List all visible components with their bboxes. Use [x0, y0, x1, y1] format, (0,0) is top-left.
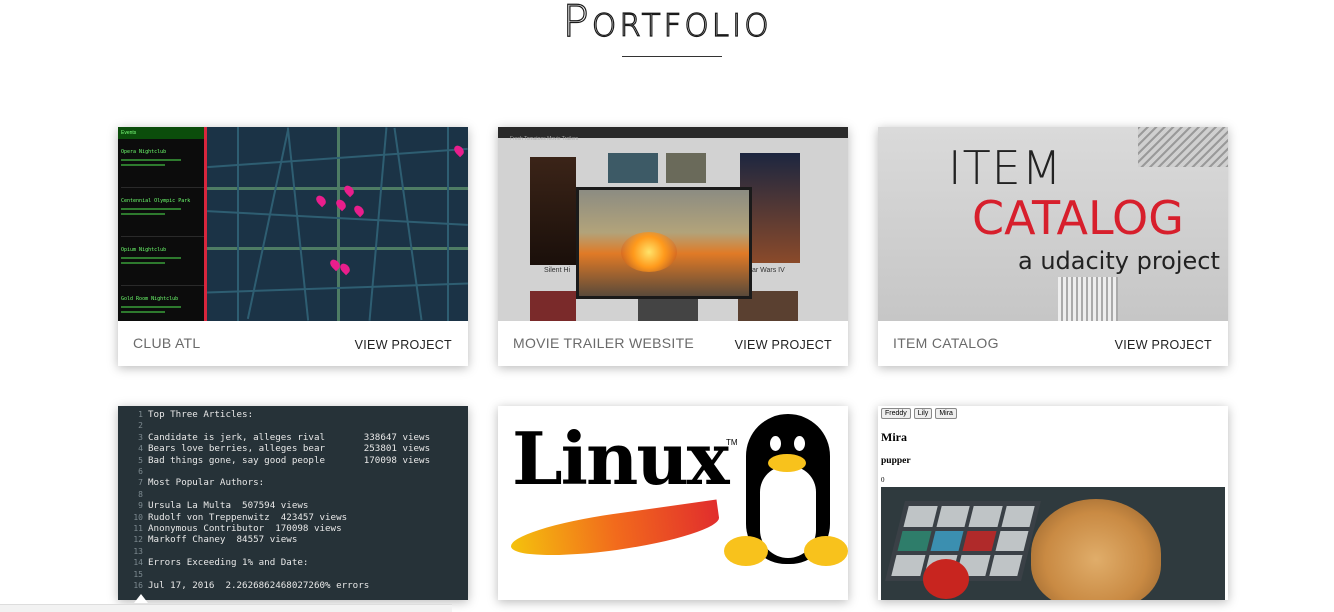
line-number: 5 — [138, 455, 143, 465]
terminal-line: Bad things gone, say good people 170098 … — [148, 454, 431, 466]
terminal-line: Markoff Chaney 84557 views — [148, 534, 298, 546]
log-analysis-thumbnail[interactable]: 1 2 3 4 5 6 7 8 9 10 11 12 13 14 15 16 Top Three Article… — [118, 406, 468, 600]
trailer-video[interactable] — [579, 190, 749, 296]
movie-site-header: Fresh Tomatoes Movie Trailers — [498, 127, 848, 142]
page-title: Portfolio — [562, 0, 772, 48]
linux-trademark: TM — [726, 438, 738, 447]
item-catalog-thumbnail[interactable]: ITEM CATALOG a udacity project — [878, 127, 1228, 321]
project-card-log-analysis: 1 2 3 4 5 6 7 8 9 10 11 12 13 14 15 16 Top Three Article… — [118, 406, 468, 600]
project-card-footer: CLUB ATL VIEW PROJECT — [118, 321, 468, 366]
terminal-line: Errors Exceeding 1% and Date: — [148, 557, 309, 569]
line-number-gutter: 1 2 3 4 5 6 7 8 9 10 11 12 13 14 15 16 — [118, 406, 144, 600]
club-atl-entry-name: Centennial Olympic Park — [121, 198, 191, 204]
movie-site-title: Fresh Tomatoes Movie Trailers — [510, 136, 579, 142]
line-number: 4 — [138, 444, 143, 454]
line-number: 8 — [138, 489, 143, 499]
map-pin-icon[interactable] — [352, 203, 366, 218]
club-atl-entry-name: Opium Nightclub — [121, 247, 167, 253]
pet-button-mira[interactable]: Mira — [935, 408, 957, 419]
club-atl-list-header: Events — [118, 127, 204, 139]
item-catalog-heading-2: CATALOG — [972, 191, 1184, 245]
linux-wordmark: Linux — [512, 416, 730, 501]
movie-caption: Silent Hi — [544, 267, 571, 274]
map-pin-icon[interactable] — [452, 143, 466, 158]
terminal-line: Ursula La Multa 507594 views — [148, 500, 309, 512]
line-number: 2 — [138, 421, 143, 431]
pet-button-lily[interactable]: Lily — [913, 408, 933, 419]
project-card-movie-trailer: Fresh Tomatoes Movie Trailers Silent Hi … — [498, 127, 848, 366]
project-name: ITEM CATALOG — [893, 335, 999, 351]
line-number: 11 — [133, 524, 143, 533]
terminal-line: Jul 17, 2016 2.2626862468027260% errors — [148, 580, 370, 591]
project-card-cat-clicker: Freddy Lily Mira Mira pupper 0 — [878, 406, 1228, 600]
terminal-line: Bears love berries, alleges bear 253801 … — [148, 443, 431, 455]
movie-poster[interactable] — [530, 157, 576, 265]
project-card-club-atl: Events Opera Nightclub Centennial Olympi… — [118, 127, 468, 366]
map-pin-icon[interactable] — [342, 183, 356, 198]
club-atl-entry: Gold Room Nightclub — [121, 296, 204, 321]
caret-up-icon — [134, 594, 148, 603]
pet-button-freddy[interactable]: Freddy — [881, 408, 911, 419]
pet-button-group: Freddy Lily Mira — [881, 408, 957, 419]
pet-photo[interactable] — [881, 487, 1225, 600]
line-number: 12 — [133, 535, 143, 545]
map-pin-icon[interactable] — [338, 261, 352, 276]
pet-name: Mira — [881, 430, 907, 444]
line-number: 9 — [138, 501, 143, 511]
line-number: 16 — [133, 581, 143, 590]
pet-subtitle: pupper — [881, 456, 911, 466]
line-number: 14 — [133, 558, 143, 568]
terminal-line: Top Three Articles: — [148, 409, 254, 420]
line-number: 15 — [133, 569, 143, 579]
project-card-footer: MOVIE TRAILER WEBSITE VIEW PROJECT — [498, 321, 848, 366]
click-count: 0 — [881, 476, 885, 484]
map-pin-icon[interactable] — [314, 193, 328, 208]
movie-poster[interactable] — [666, 153, 706, 183]
line-number: 1 — [138, 410, 143, 419]
movie-poster[interactable] — [608, 153, 658, 183]
view-project-link[interactable]: VIEW PROJECT — [1115, 338, 1212, 352]
club-atl-entry: Opera Nightclub — [121, 149, 204, 188]
line-number: 7 — [138, 478, 143, 488]
line-number: 3 — [138, 432, 143, 442]
club-atl-entry-name: Opera Nightclub — [121, 149, 167, 155]
club-atl-thumbnail[interactable]: Events Opera Nightclub Centennial Olympi… — [118, 127, 468, 321]
project-card-linux: Linux TM — [498, 406, 848, 600]
line-number: 10 — [133, 512, 143, 522]
view-project-link[interactable]: VIEW PROJECT — [735, 338, 832, 352]
club-atl-entry-name: Gold Room Nightclub — [121, 296, 179, 302]
view-project-link[interactable]: VIEW PROJECT — [355, 338, 452, 352]
movie-trailer-thumbnail[interactable]: Fresh Tomatoes Movie Trailers Silent Hi … — [498, 127, 848, 321]
terminal-line: Anonymous Contributor 170098 views — [148, 523, 342, 534]
terminal-line: Rudolf von Treppenwitz 423457 views — [148, 511, 348, 523]
cat-clicker-thumbnail[interactable]: Freddy Lily Mira Mira pupper 0 — [878, 406, 1228, 600]
movie-caption: ar Wars IV — [752, 267, 785, 274]
terminal-line: Most Popular Authors: — [148, 477, 265, 489]
club-atl-entry: Opium Nightclub — [121, 247, 204, 286]
club-atl-entry: Centennial Olympic Park — [121, 198, 204, 237]
linux-thumbnail[interactable]: Linux TM — [498, 406, 848, 600]
title-underline — [622, 56, 722, 57]
club-atl-map — [207, 127, 468, 321]
item-catalog-tagline: a udacity project — [1018, 247, 1220, 275]
terminal-output: 1 2 3 4 5 6 7 8 9 10 11 12 13 14 15 16 Top Three Article… — [118, 406, 468, 600]
project-name: CLUB ATL — [133, 335, 201, 351]
movie-poster[interactable] — [530, 291, 576, 321]
project-card-footer: ITEM CATALOG VIEW PROJECT — [878, 321, 1228, 366]
club-atl-event-list: Events Opera Nightclub Centennial Olympi… — [118, 127, 207, 321]
line-number: 13 — [133, 546, 143, 556]
project-card-item-catalog: ITEM CATALOG a udacity project ITEM CATA… — [878, 127, 1228, 366]
project-name: MOVIE TRAILER WEBSITE — [513, 335, 695, 351]
line-number: 6 — [138, 467, 143, 476]
terminal-line: Candidate is jerk, alleges rival 338647 … — [148, 431, 431, 443]
trailer-modal[interactable] — [576, 187, 752, 299]
item-catalog-heading-1: ITEM — [948, 141, 1063, 195]
